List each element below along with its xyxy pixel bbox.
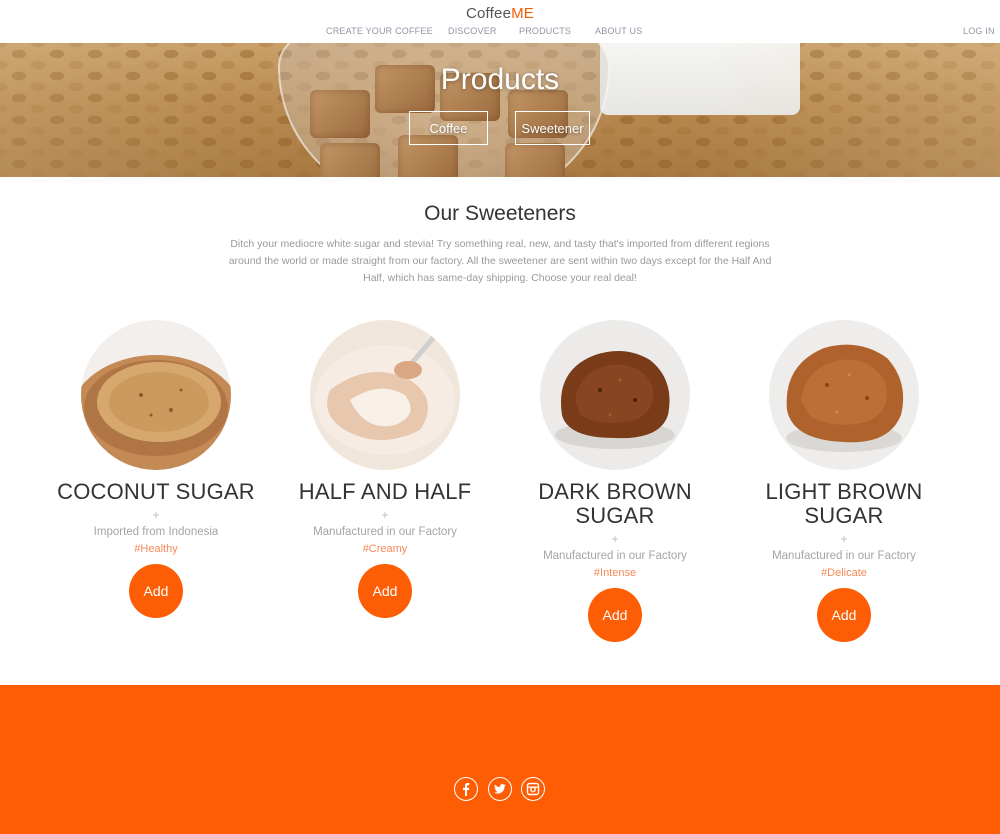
product-name: LIGHT BROWN SUGAR — [765, 479, 923, 528]
product-tag[interactable]: #Intense — [500, 566, 730, 580]
light-brown-sugar-image — [769, 320, 919, 470]
coconut-sugar-image — [81, 320, 231, 470]
product-origin: Imported from Indonesia — [93, 526, 219, 538]
add-light-brown-sugar-button[interactable]: Add — [817, 588, 871, 642]
product-origin: Manufactured in our Factory — [543, 550, 687, 562]
nav-products[interactable]: PRODUCTS — [519, 26, 571, 36]
coffee-filter-button[interactable]: Coffee — [409, 111, 488, 145]
main-nav: CREATE YOUR COFFEE DISCOVER PRODUCTS ABO… — [0, 26, 1000, 40]
instagram-icon[interactable] — [521, 777, 545, 801]
plus-separator: + — [381, 508, 389, 522]
plus-separator: + — [152, 508, 160, 522]
add-half-and-half-button[interactable]: Add — [358, 564, 412, 618]
product-card-light-brown-sugar: LIGHT BROWN SUGAR + Manufactured in our … — [729, 320, 959, 642]
add-dark-brown-sugar-button[interactable]: Add — [588, 588, 642, 642]
section-description: Ditch your mediocre white sugar and stev… — [228, 238, 772, 284]
half-and-half-image — [310, 320, 460, 470]
nav-about-us[interactable]: ABOUT US — [595, 26, 642, 36]
product-tag[interactable]: #Delicate — [729, 566, 959, 580]
product-card-dark-brown-sugar: DARK BROWN SUGAR + Manufactured in our F… — [500, 320, 730, 642]
section-title: Our Sweeteners — [424, 202, 576, 225]
product-name: HALF AND HALF — [298, 479, 472, 504]
hero-title: Products — [440, 63, 560, 96]
top-navbar: CoffeeME CREATE YOUR COFFEE DISCOVER PRO… — [0, 0, 1000, 43]
plus-separator: + — [611, 532, 619, 546]
nav-login[interactable]: LOG IN — [963, 26, 995, 36]
product-tag[interactable]: #Creamy — [270, 542, 500, 556]
brand-name-part2: ME — [511, 5, 535, 22]
product-origin: Manufactured in our Factory — [313, 526, 457, 538]
product-name: COCONUT SUGAR — [57, 479, 255, 504]
twitter-icon[interactable] — [488, 777, 512, 801]
plus-separator: + — [840, 532, 848, 546]
product-card-half-and-half: HALF AND HALF + Manufactured in our Fact… — [270, 320, 500, 618]
hero-banner: Products Coffee Sweetener — [0, 43, 1000, 177]
nav-discover[interactable]: DISCOVER — [448, 26, 497, 36]
nav-create-your-coffee[interactable]: CREATE YOUR COFFEE — [326, 26, 433, 36]
brand-logo[interactable]: CoffeeME — [0, 5, 1000, 22]
sweetener-filter-button[interactable]: Sweetener — [515, 111, 590, 145]
product-origin: Manufactured in our Factory — [772, 550, 916, 562]
dark-brown-sugar-image — [540, 320, 690, 470]
facebook-icon[interactable] — [454, 777, 478, 801]
brand-name-part1: Coffee — [465, 5, 512, 22]
footer — [0, 685, 1000, 834]
product-name: DARK BROWN SUGAR — [538, 479, 692, 528]
product-tag[interactable]: #Healthy — [41, 542, 271, 556]
add-coconut-sugar-button[interactable]: Add — [129, 564, 183, 618]
product-card-coconut-sugar: COCONUT SUGAR + Imported from Indonesia … — [41, 320, 271, 618]
